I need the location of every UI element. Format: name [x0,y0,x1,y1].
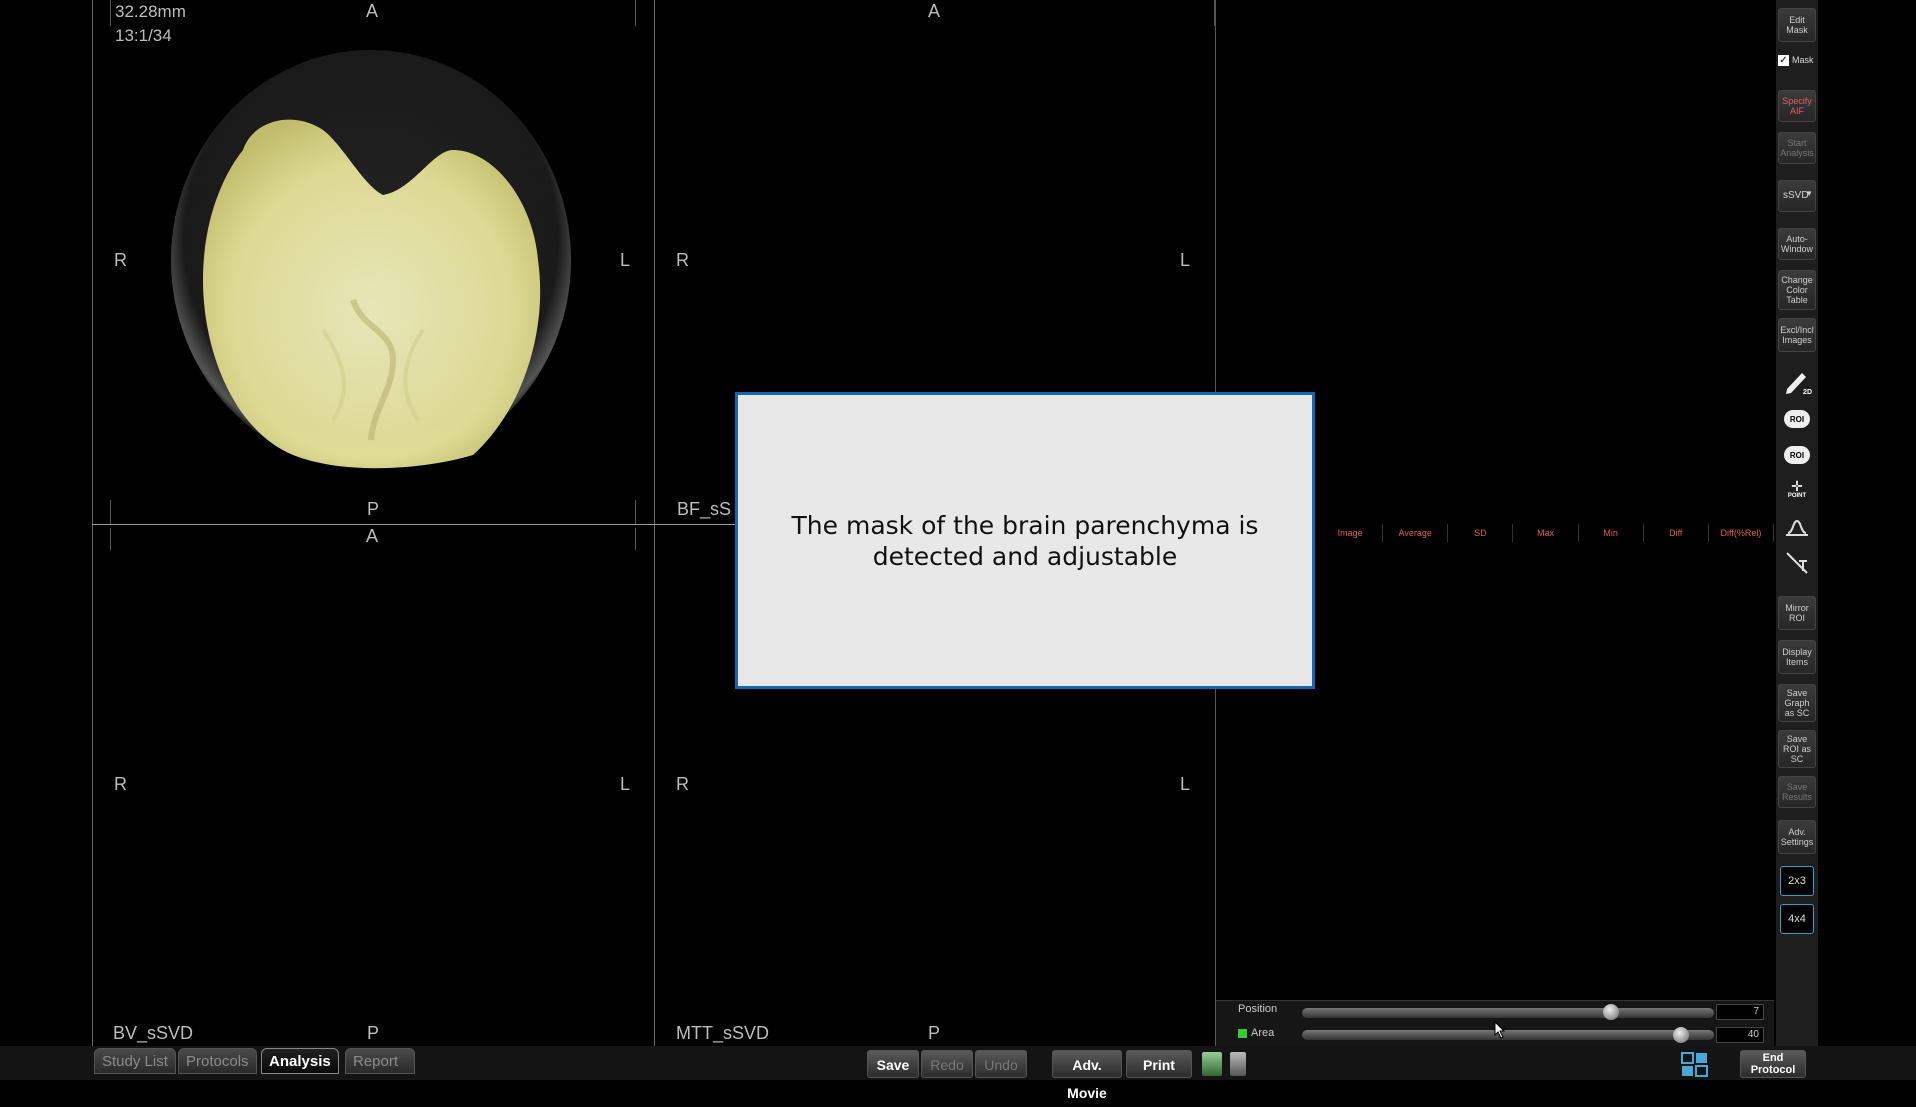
orientation-left: R [676,774,689,794]
mask-checkbox[interactable]: ✓ [1778,54,1789,66]
dialog-message-line-2: detected and adjustable [872,542,1178,571]
column-average: Average [1383,524,1449,542]
print-button[interactable]: Print [1126,1050,1192,1078]
profile-curve-icon [1786,519,1808,536]
ruler-tick [110,528,111,550]
area-slider-knob[interactable] [1673,1027,1690,1043]
mouse-cursor-icon [1494,1021,1506,1039]
series-label: BF_sS [677,499,732,519]
area-value[interactable]: 40 [1716,1027,1764,1043]
orientation-left: R [114,774,127,794]
layout-4x4-button[interactable]: 4x4 [1780,904,1814,934]
orientation-bottom: P [928,1023,941,1043]
area-slider[interactable] [1302,1030,1714,1040]
orientation-top: A [928,1,941,21]
save-results-button[interactable]: Save Results [1778,776,1816,808]
end-protocol-button[interactable]: End Protocol [1740,1050,1806,1078]
ruler-tick [635,528,636,550]
orientation-left: R [114,250,127,270]
info-dialog[interactable]: The mask of the brain parenchyma is dete… [735,392,1315,689]
mask-label: Mask [1792,55,1814,65]
point-label: POINT [1787,493,1807,499]
orientation-bottom: P [367,1023,380,1043]
slice-index: 13:1/34 [115,26,172,45]
edit-mask-button[interactable]: Edit Mask [1778,8,1816,42]
column-max: Max [1513,524,1579,542]
crosshair-icon: ✛ [1791,478,1803,494]
save-graph-button[interactable]: Save Graph as SC [1778,684,1816,722]
ruler-tick [110,0,111,26]
adv-movie-button[interactable]: Adv. Movie [1052,1050,1122,1101]
position-slider[interactable] [1302,1008,1714,1018]
right-toolbar: Edit Mask ✓ Mask Specify AIF Start Analy… [1776,0,1818,1080]
area-checkbox[interactable] [1238,1029,1247,1038]
profile-tool[interactable] [1778,512,1816,542]
chevron-down-icon: ▼ [1805,189,1813,198]
orientation-right: L [1180,774,1191,794]
position-slider-knob[interactable] [1603,1004,1619,1020]
layout-2x3-button[interactable]: 2x3 [1780,866,1814,896]
roi-polygon-tool[interactable]: ROI [1778,440,1816,470]
column-sd: SD [1448,524,1514,542]
column-min: Min [1579,524,1644,542]
position-value[interactable]: 7 [1716,1004,1764,1020]
orientation-left: R [676,250,689,270]
viewport-bottom-left[interactable]: A P R L BV_sSVD [93,526,653,1046]
series-label: BV_sSVD [113,1023,194,1043]
export-icon[interactable] [1202,1052,1222,1076]
point-tool[interactable]: ✛ POINT [1778,474,1816,504]
tab-analysis[interactable]: Analysis [261,1048,339,1074]
orientation-top: A [366,526,379,546]
orientation-right: L [620,250,631,270]
auto-window-button[interactable]: Auto-Window [1778,228,1816,260]
orientation-right: L [620,774,631,794]
roi-circle-tool[interactable]: ROI [1778,404,1816,434]
brain-mask-image [171,50,571,470]
undo-button[interactable]: Undo [975,1050,1027,1078]
pen-2d-label: 2D [1803,389,1812,396]
trash-icon[interactable] [1230,1052,1246,1076]
column-image: Image [1318,524,1384,542]
pen-2d-tool[interactable]: 2D [1778,366,1816,396]
start-analysis-button[interactable]: Start Analysis [1778,132,1816,164]
mask-toggle[interactable]: ✓ Mask [1778,52,1818,68]
viewport-top-left[interactable]: 32.28mm 13:1/34 A P R L [93,0,653,525]
orientation-right: L [1180,250,1191,270]
viewport-divider [654,0,655,1046]
series-label: MTT_sSVD [676,1023,770,1043]
method-select[interactable]: sSVD ▼ [1778,180,1816,212]
layout-grid-icon[interactable] [1680,1051,1710,1079]
redo-button[interactable]: Redo [921,1050,973,1078]
mirror-roi-button[interactable]: Mirror ROI [1778,596,1816,630]
excl-incl-images-button[interactable]: Excl/Incl Images [1778,318,1816,352]
tab-report[interactable]: Report [345,1048,415,1074]
specify-aif-button[interactable]: Specify AIF [1778,90,1816,122]
orientation-bottom: P [367,499,380,519]
ruler-line-icon [1786,552,1808,574]
roi-icon: ROI [1784,410,1810,428]
ruler-tick [635,500,636,524]
viewport-divider [92,0,93,1046]
display-items-button[interactable]: Display Items [1778,640,1816,674]
column-diff: Diff [1644,524,1709,542]
graph-table-header: Image Average SD Max Min Diff Diff(%Rel) [1318,524,1774,542]
column-diff-rel: Diff(%Rel) [1709,524,1774,542]
ruler-tick [635,0,636,26]
change-color-table-button[interactable]: Change Color Table [1778,270,1816,310]
dialog-message-line-1: The mask of the brain parenchyma is [791,511,1259,540]
save-button[interactable]: Save [867,1050,919,1078]
slice-thickness: 32.28mm [115,2,186,21]
adv-settings-button[interactable]: Adv. Settings [1778,820,1816,854]
roi-icon: ROI [1784,446,1810,464]
tab-protocols[interactable]: Protocols [178,1048,257,1074]
ruler-tick [1214,0,1215,26]
dialog-message: The mask of the brain parenchyma is dete… [758,510,1292,572]
save-roi-button[interactable]: Save ROI as SC [1778,730,1816,768]
position-label: Position [1238,1003,1278,1015]
orientation-top: A [366,1,379,21]
tab-study-list[interactable]: Study List [94,1048,176,1074]
measure-tool[interactable] [1778,548,1816,578]
area-label: Area [1251,1027,1275,1039]
ruler-tick [110,500,111,524]
